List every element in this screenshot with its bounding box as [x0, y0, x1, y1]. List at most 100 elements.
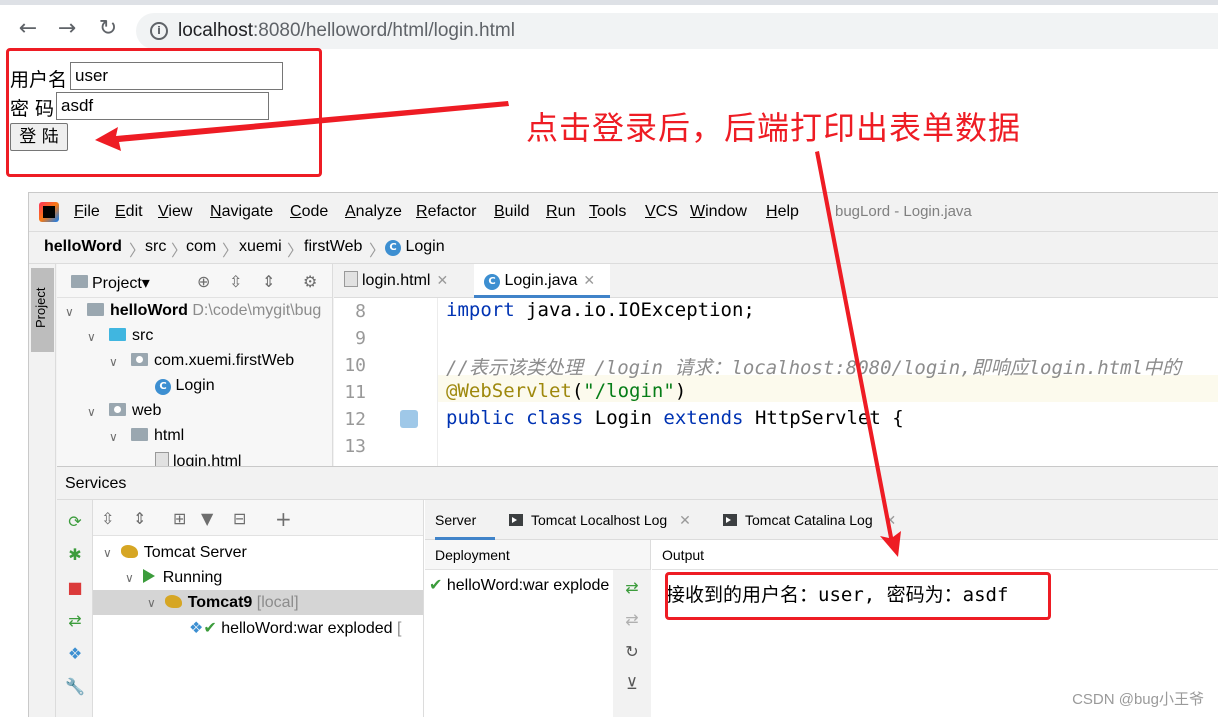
- chevron-right-icon: 〉: [171, 241, 188, 260]
- reload-icon[interactable]: ↻: [94, 15, 122, 43]
- site-info-icon[interactable]: i: [150, 22, 168, 40]
- back-arrow-icon[interactable]: ←: [14, 15, 42, 43]
- console-icon: [509, 514, 523, 526]
- expand-all-icon[interactable]: ⇳: [229, 272, 242, 291]
- browser-toolbar: ← → ↻ i localhost:8080/helloword/html/lo…: [0, 0, 1218, 52]
- collapse-all-icon[interactable]: ⇕: [262, 272, 275, 291]
- watermark: CSDN @bug小王爷: [1072, 691, 1204, 708]
- line-number: 12: [344, 409, 366, 430]
- refresh-icon[interactable]: ↻: [622, 642, 642, 662]
- debug-icon[interactable]: ✱: [65, 545, 85, 565]
- project-folder-icon: [71, 275, 88, 288]
- deploy-icon[interactable]: ⇄: [622, 578, 642, 598]
- window-title: bugLord - Login.java: [835, 203, 972, 220]
- filter-icon[interactable]: ▼: [201, 509, 213, 528]
- locate-icon[interactable]: ⊕: [197, 272, 210, 291]
- run-icon: [142, 569, 155, 583]
- deploy-icon[interactable]: ⇄: [65, 611, 85, 631]
- chevron-down-icon: ∨: [109, 430, 118, 444]
- code-line-12[interactable]: public class Login extends HttpServlet {: [446, 407, 904, 429]
- add-icon[interactable]: +: [275, 507, 292, 531]
- gear-icon[interactable]: ⚙: [303, 272, 317, 291]
- deployment-item[interactable]: ✔ helloWord:war explode: [425, 572, 613, 597]
- artifact-icon[interactable]: ❖: [65, 644, 85, 664]
- breadcrumb-login[interactable]: C Login: [385, 238, 445, 256]
- chevron-down-icon: ∨: [103, 546, 112, 560]
- tree-item-running[interactable]: ∨ Running: [93, 565, 423, 590]
- menu-view[interactable]: View: [158, 203, 192, 221]
- forward-arrow-icon[interactable]: →: [53, 15, 81, 43]
- new-tab-icon[interactable]: ⊟: [233, 509, 246, 528]
- collapse-all-icon[interactable]: ⇕: [133, 509, 146, 528]
- menu-vcs[interactable]: VCS: [645, 203, 678, 221]
- menu-help[interactable]: Help: [766, 203, 799, 221]
- menu-window[interactable]: Window: [690, 203, 747, 221]
- line-number: 10: [344, 355, 366, 376]
- expand-all-icon[interactable]: ⇳: [101, 509, 114, 528]
- line-number: 11: [344, 382, 366, 403]
- menu-code[interactable]: Code: [290, 203, 328, 221]
- deployment-header: Deployment: [425, 540, 650, 570]
- project-panel: Project▾ ⊕ ⇳ ⇕ ⚙ ∨ helloWord D:\code\myg…: [57, 264, 333, 470]
- menu-tools[interactable]: Tools: [589, 203, 626, 221]
- line-number: 8: [355, 301, 366, 322]
- stop-icon[interactable]: ■: [65, 578, 85, 598]
- tab-localhost-log[interactable]: Tomcat Localhost Log ✕: [509, 500, 691, 540]
- tree-item-tomcat-server[interactable]: ∨ Tomcat Server: [93, 540, 423, 565]
- undeploy-icon[interactable]: ⇄: [622, 610, 642, 630]
- chevron-right-icon: 〉: [222, 241, 239, 260]
- class-c-icon: C: [484, 274, 500, 290]
- module-folder-icon: [87, 303, 104, 316]
- highlight-box-output: [665, 572, 1051, 620]
- menu-build[interactable]: Build: [494, 203, 530, 221]
- close-icon[interactable]: ✕: [583, 273, 595, 289]
- close-icon[interactable]: ✕: [436, 273, 448, 289]
- deployment-actions: ⇄ ⇄ ↻ ⊻: [613, 570, 651, 717]
- code-line-10[interactable]: //表示该类处理 /login 请求：localhost:8080/login,…: [446, 353, 1181, 380]
- check-icon: ✔: [203, 618, 217, 637]
- tree-item-login[interactable]: C Login: [155, 377, 215, 402]
- group-icon[interactable]: ⊞: [173, 509, 186, 528]
- tab-catalina-log[interactable]: Tomcat Catalina Log ✕: [723, 500, 896, 540]
- menu-file[interactable]: File: [74, 203, 100, 221]
- web-folder-icon: [109, 403, 126, 416]
- services-title: Services: [65, 475, 127, 492]
- folder-icon: [131, 428, 148, 441]
- code-line-8[interactable]: import java.io.IOException;: [446, 299, 755, 321]
- tree-item-tomcat9[interactable]: ∨ Tomcat9 [local]: [93, 590, 423, 615]
- deployment-column: Deployment ✔ helloWord:war explode ⇄ ⇄ ↻…: [425, 540, 651, 717]
- services-action-stripe: ⟳ ✱ ■ ⇄ ❖ 🔧: [57, 500, 93, 717]
- update-icon[interactable]: ⊻: [622, 674, 642, 694]
- menu-refactor[interactable]: Refactor: [416, 203, 476, 221]
- chevron-down-icon: ∨: [87, 330, 96, 344]
- breadcrumb-project[interactable]: helloWord: [44, 238, 122, 256]
- breadcrumb-src[interactable]: src: [145, 238, 166, 256]
- url-text[interactable]: localhost:8080/helloword/html/login.html: [178, 20, 515, 42]
- menu-edit[interactable]: Edit: [115, 203, 143, 221]
- code-line-11[interactable]: @WebServlet("/login"): [446, 380, 686, 402]
- rerun-icon[interactable]: ⟳: [65, 512, 85, 532]
- menu-analyze[interactable]: Analyze: [345, 203, 402, 221]
- line-number: 9: [355, 328, 366, 349]
- project-tool-tab[interactable]: Project: [31, 268, 54, 352]
- servlet-gutter-icon[interactable]: [400, 410, 418, 428]
- address-bar[interactable]: i localhost:8080/helloword/html/login.ht…: [136, 13, 1218, 49]
- tab-login-html[interactable]: login.html ✕: [334, 264, 470, 298]
- menu-navigate[interactable]: Navigate: [210, 203, 273, 221]
- source-folder-icon: [109, 328, 126, 341]
- wrench-icon[interactable]: 🔧: [65, 677, 85, 697]
- breadcrumb-com[interactable]: com: [186, 238, 216, 256]
- tab-login-java[interactable]: C Login.java ✕: [474, 264, 610, 298]
- class-c-icon: C: [155, 379, 171, 395]
- services-header: Services: [57, 467, 1218, 500]
- tab-server[interactable]: Server: [435, 500, 495, 540]
- breadcrumb-xuemi[interactable]: xuemi: [239, 238, 282, 256]
- close-icon[interactable]: ✕: [679, 512, 691, 528]
- breadcrumb-firstweb[interactable]: firstWeb: [304, 238, 362, 256]
- editor-tabs: login.html ✕ C Login.java ✕: [334, 264, 1218, 298]
- menu-run[interactable]: Run: [546, 203, 575, 221]
- tree-item-artifact[interactable]: ❖✔ helloWord:war exploded [: [93, 615, 423, 640]
- project-view-dropdown[interactable]: Project▾: [92, 273, 150, 293]
- chevron-right-icon: 〉: [369, 241, 386, 260]
- close-icon[interactable]: ✕: [885, 512, 897, 528]
